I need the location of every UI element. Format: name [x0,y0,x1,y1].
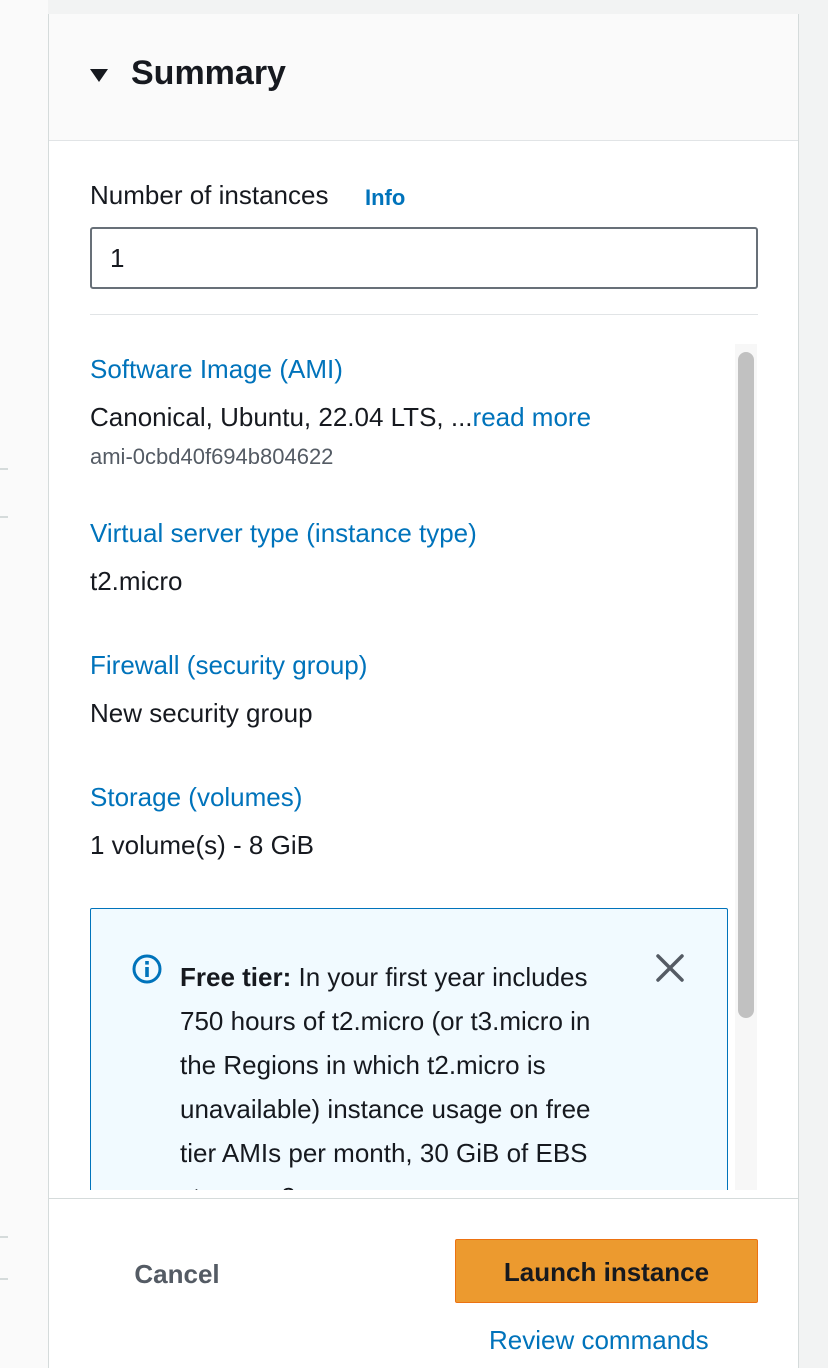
instance-type-title[interactable]: Virtual server type (instance type) [90,518,477,549]
caret-down-icon[interactable] [90,69,108,82]
storage-title[interactable]: Storage (volumes) [90,782,302,813]
info-link[interactable]: Info [365,185,405,211]
free-tier-label: Free tier: [180,962,292,992]
background-panel [0,0,48,1368]
number-of-instances-label: Number of instances [90,180,329,210]
cancel-button[interactable]: Cancel [107,1248,247,1298]
number-of-instances-input[interactable] [90,227,758,289]
instance-type-value: t2.micro [90,566,183,596]
launch-instance-button[interactable]: Launch instance [455,1239,758,1303]
review-commands-link[interactable]: Review commands [489,1325,709,1356]
free-tier-alert: Free tier: In your first year includes 7… [90,908,728,1190]
free-tier-text: Free tier: In your first year includes 7… [180,955,620,1190]
summary-title: Summary [131,54,286,92]
divider [90,314,758,315]
background-divider [0,516,8,518]
close-icon[interactable] [653,951,687,985]
summary-details-scroll[interactable]: Software Image (AMI) Canonical, Ubuntu, … [49,344,798,1190]
ami-title[interactable]: Software Image (AMI) [90,354,343,385]
footer-divider [49,1198,798,1199]
info-circle-icon [132,954,162,984]
summary-header[interactable]: Summary [49,14,798,141]
summary-panel: Summary Number of instances Info Softwar… [48,14,799,1368]
read-more-link[interactable]: read more [473,402,592,432]
ami-value: Canonical, Ubuntu, 22.04 LTS, ...read mo… [90,402,591,433]
ami-value-text: Canonical, Ubuntu, 22.04 LTS, ... [90,402,473,432]
free-tier-message: In your first year includes 750 hours of… [180,962,591,1190]
background-divider [0,1278,8,1280]
background-divider [0,1236,8,1238]
firewall-value: New security group [90,698,313,728]
scrollbar-thumb[interactable] [738,352,754,1018]
storage-value: 1 volume(s) - 8 GiB [90,830,314,860]
firewall-title[interactable]: Firewall (security group) [90,650,367,681]
ami-id: ami-0cbd40f694b804622 [90,444,334,469]
background-divider [0,468,8,470]
